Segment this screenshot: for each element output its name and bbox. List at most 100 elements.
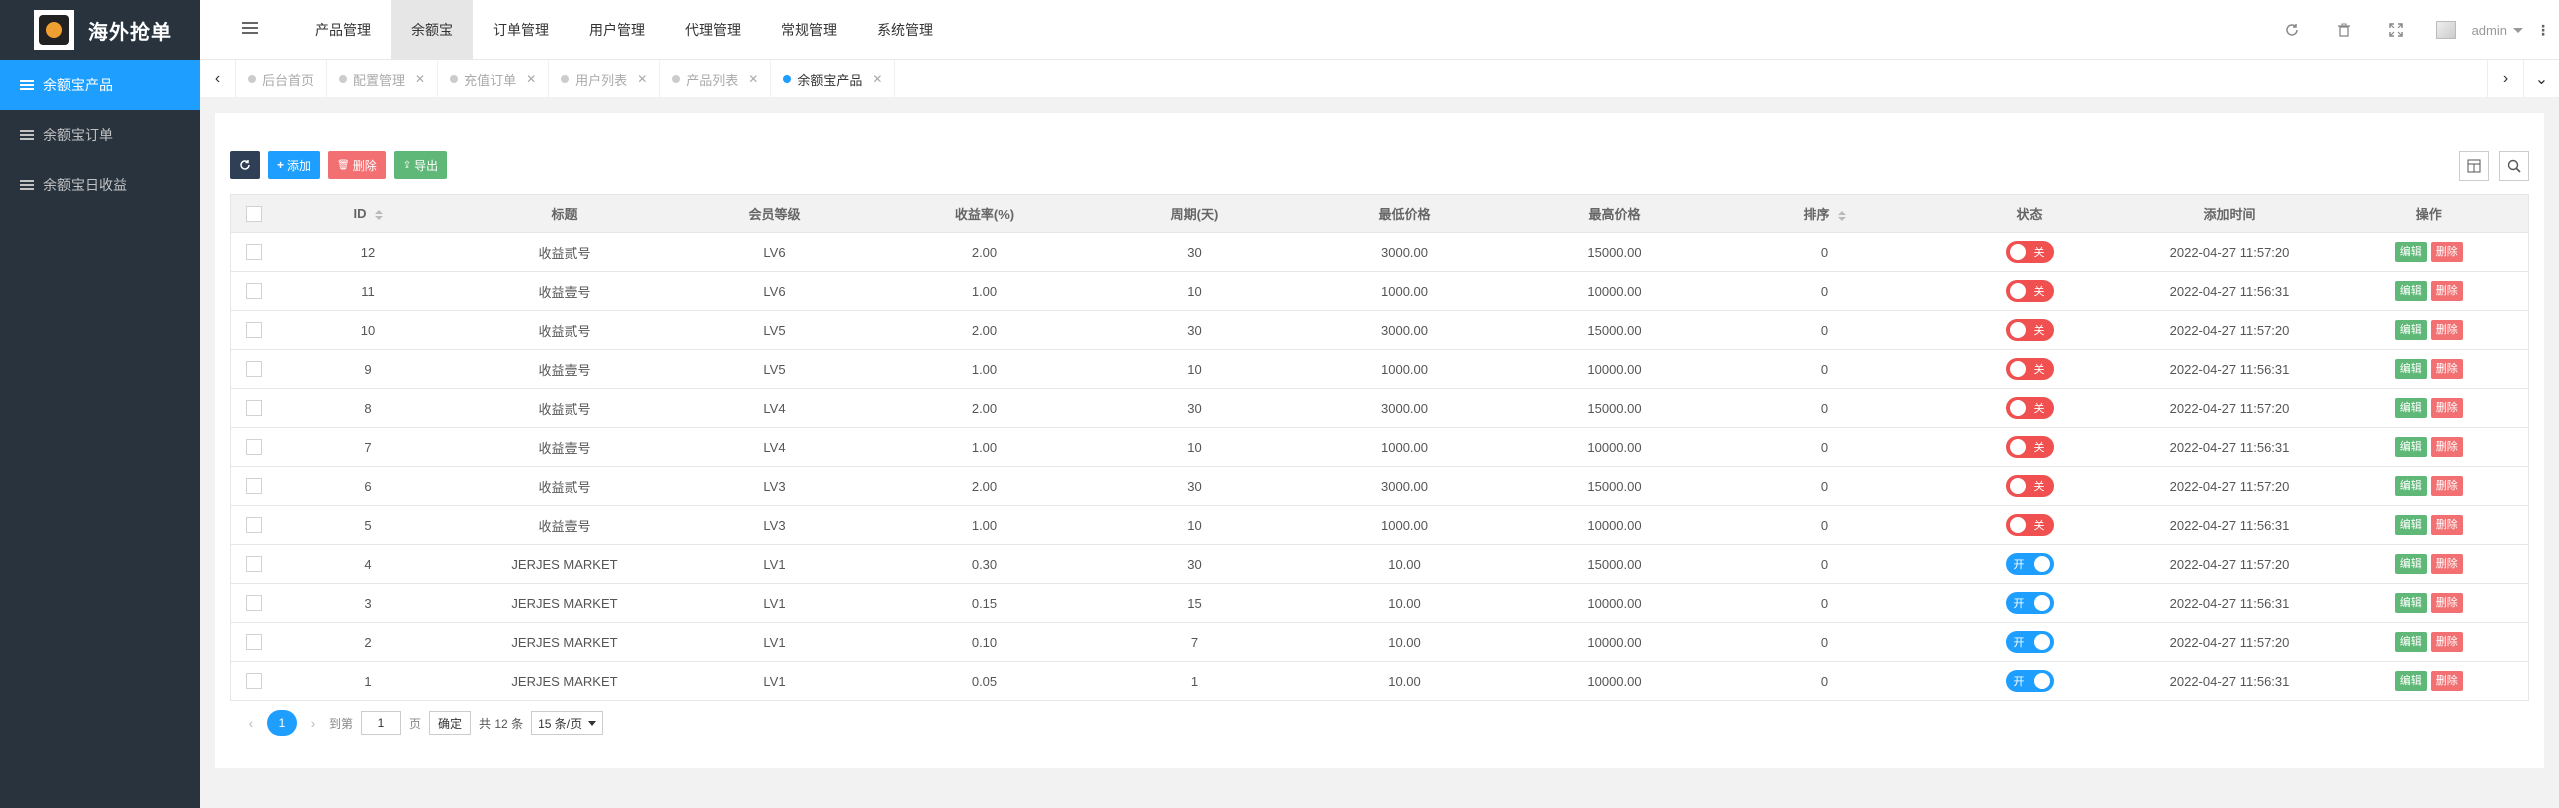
status-toggle[interactable]: 关 [2005,280,2054,302]
row-checkbox[interactable] [245,322,262,339]
topnav-item-6[interactable]: 系统管理 [857,0,953,60]
column-header-id[interactable]: ID [276,194,460,233]
delete-row-button[interactable]: 删除 [2430,281,2463,301]
status-toggle[interactable]: 开 [2005,592,2054,614]
sidebar-item-2[interactable]: 余额宝日收益 [0,160,200,210]
user-menu[interactable]: admin [2435,21,2523,39]
row-checkbox[interactable] [245,634,262,651]
page-size-select[interactable]: 15 条/页 [531,711,604,735]
status-toggle[interactable]: 关 [2005,358,2054,380]
refresh-icon[interactable] [2266,0,2318,60]
status-toggle[interactable]: 开 [2005,670,2054,692]
topnav-item-0[interactable]: 产品管理 [295,0,391,60]
status-toggle[interactable]: 关 [2005,475,2054,497]
status-toggle[interactable]: 开 [2005,553,2054,575]
tab-4[interactable]: 产品列表 ✕ [660,60,772,98]
menu-toggle-icon[interactable] [242,22,258,38]
edit-button[interactable]: 编辑 [2394,554,2427,574]
delete-row-button[interactable]: 删除 [2430,593,2463,613]
tab-1[interactable]: 配置管理 ✕ [327,60,439,98]
delete-row-button[interactable]: 删除 [2430,242,2463,262]
delete-row-button[interactable]: 删除 [2430,476,2463,496]
delete-row-button[interactable]: 删除 [2430,359,2463,379]
chevron-down-icon[interactable]: ⌄ [2523,60,2559,98]
edit-button[interactable]: 编辑 [2394,398,2427,418]
close-icon[interactable]: ✕ [415,72,425,86]
add-button[interactable]: + 添加 [268,151,321,179]
status-toggle[interactable]: 关 [2005,514,2054,536]
close-icon[interactable]: ✕ [748,72,758,86]
close-icon[interactable]: ✕ [526,72,536,86]
tab-5[interactable]: 余额宝产品 ✕ [771,60,896,98]
column-header-sort[interactable]: 排序 [1719,194,1930,233]
edit-button[interactable]: 编辑 [2394,242,2427,262]
columns-icon[interactable] [2459,151,2489,181]
sidebar-item-0[interactable]: 余额宝产品 [0,60,200,110]
sort-icon[interactable] [1837,210,1846,221]
status-toggle[interactable]: 关 [2005,319,2054,341]
delete-row-button[interactable]: 删除 [2430,632,2463,652]
tab-3[interactable]: 用户列表 ✕ [549,60,661,98]
logo[interactable]: 海外抢单 [0,0,200,60]
topnav-item-3[interactable]: 用户管理 [569,0,665,60]
search-icon[interactable] [2499,151,2529,181]
prev-page-icon[interactable]: ‹ [243,715,259,731]
edit-button[interactable]: 编辑 [2394,632,2427,652]
row-checkbox[interactable] [245,595,262,612]
topnav-item-5[interactable]: 常规管理 [761,0,857,60]
more-vertical-icon[interactable]: ⋮ [2531,22,2555,39]
close-icon[interactable]: ✕ [872,72,882,86]
row-checkbox[interactable] [245,478,262,495]
cell-rate: 0.15 [879,583,1090,623]
edit-button[interactable]: 编辑 [2394,593,2427,613]
tab-0[interactable]: 后台首页 [236,60,328,98]
topnav-item-4[interactable]: 代理管理 [665,0,761,60]
edit-button[interactable]: 编辑 [2394,359,2427,379]
status-toggle[interactable]: 开 [2005,631,2054,653]
delete-row-button[interactable]: 删除 [2430,515,2463,535]
select-all-checkbox[interactable] [245,205,262,222]
row-checkbox[interactable] [245,283,262,300]
confirm-page-button[interactable]: 确定 [429,711,472,735]
row-checkbox[interactable] [245,439,262,456]
chevron-right-icon[interactable]: › [2487,60,2523,98]
delete-row-button[interactable]: 删除 [2430,320,2463,340]
tab-2[interactable]: 充值订单 ✕ [438,60,550,98]
next-page-icon[interactable]: › [305,715,321,731]
edit-button[interactable]: 编辑 [2394,515,2427,535]
status-toggle[interactable]: 关 [2005,397,2054,419]
sidebar-item-1[interactable]: 余额宝订单 [0,110,200,160]
status-toggle[interactable]: 关 [2005,241,2054,263]
row-checkbox[interactable] [245,673,262,690]
topnav-item-1[interactable]: 余额宝 [391,0,473,60]
delete-row-button[interactable]: 删除 [2430,554,2463,574]
chevron-left-icon[interactable]: ‹ [200,60,236,98]
status-toggle[interactable]: 关 [2005,436,2054,458]
fullscreen-icon[interactable] [2370,0,2422,60]
topnav-item-2[interactable]: 订单管理 [473,0,569,60]
delete-button[interactable]: 🗑 删除 [328,151,386,179]
current-page[interactable]: 1 [267,710,297,736]
delete-row-button[interactable]: 删除 [2430,398,2463,418]
edit-button[interactable]: 编辑 [2394,437,2427,457]
refresh-button[interactable] [230,151,260,179]
edit-button[interactable]: 编辑 [2394,281,2427,301]
trash-icon[interactable] [2318,0,2370,60]
row-checkbox[interactable] [245,400,262,417]
row-checkbox[interactable] [245,517,262,534]
export-button[interactable]: ⇪ 导出 [393,151,448,179]
page-number-input[interactable] [361,711,402,735]
sort-icon[interactable] [374,209,383,220]
delete-row-button[interactable]: 删除 [2430,437,2463,457]
edit-button[interactable]: 编辑 [2394,476,2427,496]
cell-sort: 0 [1719,388,1930,428]
row-checkbox[interactable] [245,244,262,261]
edit-button[interactable]: 编辑 [2394,320,2427,340]
edit-button[interactable]: 编辑 [2394,671,2427,691]
cell-actions: 编辑 删除 [2329,505,2529,545]
delete-row-button[interactable]: 删除 [2430,671,2463,691]
row-checkbox[interactable] [245,361,262,378]
close-icon[interactable]: ✕ [637,72,647,86]
toggle-label: 开 [2013,559,2025,571]
row-checkbox[interactable] [245,556,262,573]
